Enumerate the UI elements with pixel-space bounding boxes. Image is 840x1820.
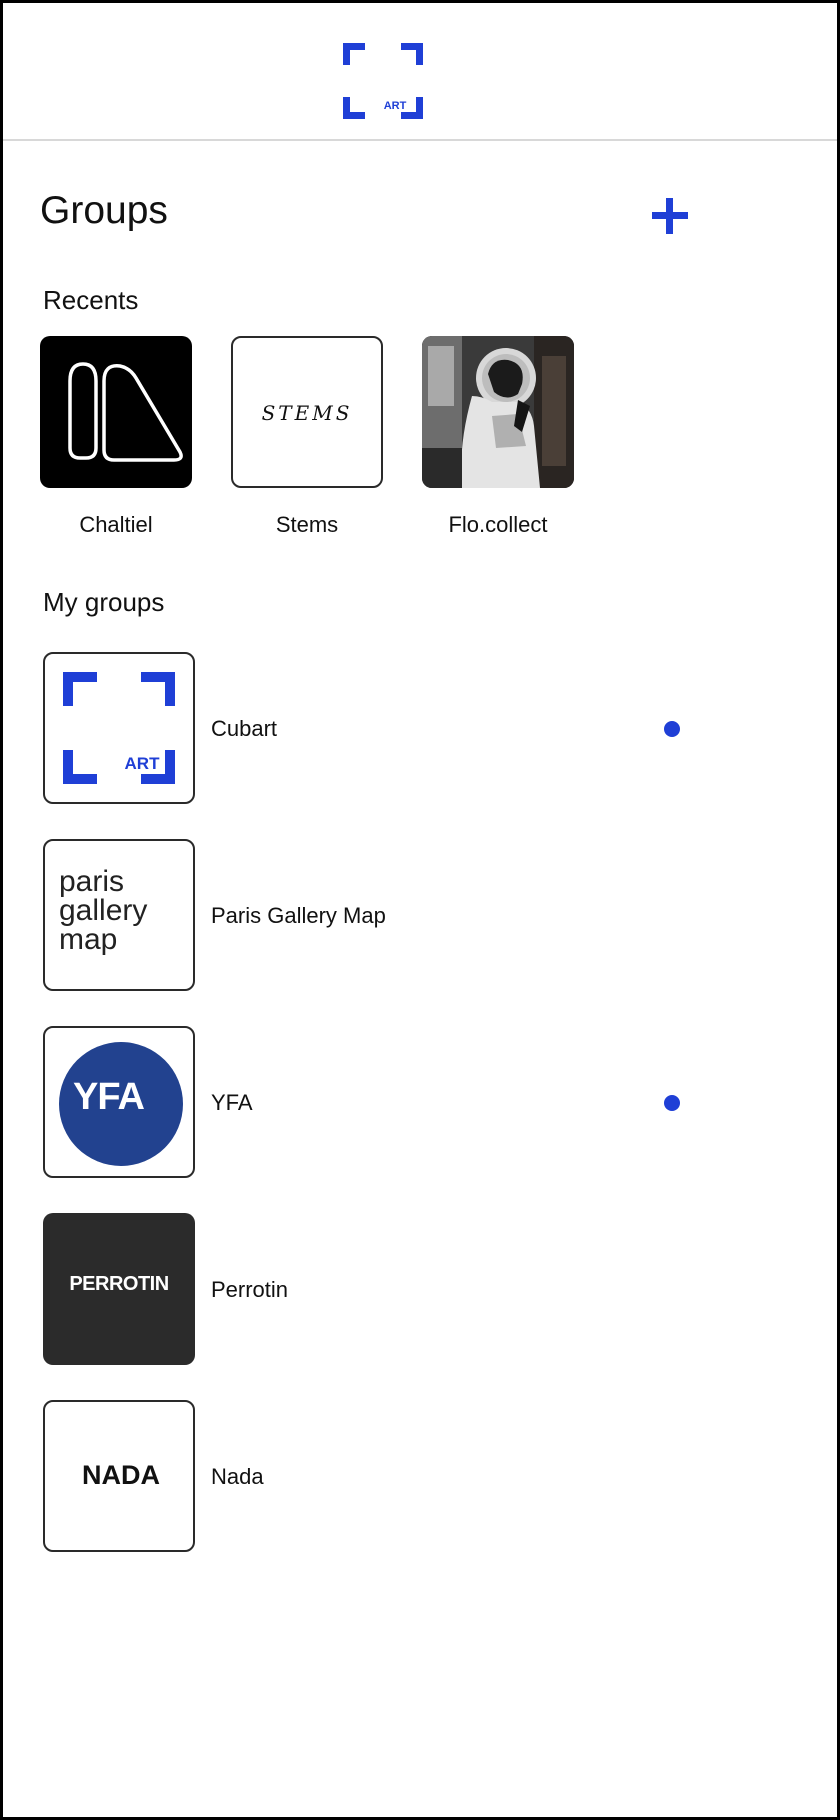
nada-thumbnail: NADA xyxy=(43,1400,195,1552)
recent-item-flo-collect[interactable]: Flo.collect xyxy=(422,336,578,537)
plus-icon xyxy=(652,198,688,234)
group-row-nada[interactable]: NADA Nada xyxy=(43,1400,803,1552)
yfa-thumbnail: YFA xyxy=(43,1026,195,1178)
group-row-yfa[interactable]: YFA YFA xyxy=(43,1026,803,1178)
group-row-paris-gallery-map[interactable]: paris gallery map Paris Gallery Map xyxy=(43,839,803,991)
recent-item-stems[interactable]: STEMS Stems xyxy=(231,336,387,537)
chaltiel-logo-icon xyxy=(68,362,183,462)
group-name: Perrotin xyxy=(211,1277,289,1302)
perrotin-thumbnail: PERROTIN xyxy=(43,1213,195,1365)
chaltiel-thumbnail xyxy=(40,336,192,488)
page-title: Groups xyxy=(40,189,168,232)
artwork-image xyxy=(422,336,574,488)
group-name: Paris Gallery Map xyxy=(211,903,386,928)
app-screen: ART Groups Recents Chaltiel STEMS Stems … xyxy=(3,3,837,1817)
top-bar: ART xyxy=(3,3,837,141)
cubart-thumbnail: ART xyxy=(43,652,195,804)
stems-logo-text: STEMS xyxy=(262,401,353,425)
group-row-cubart[interactable]: ART Cubart xyxy=(43,652,803,804)
stems-logo-icon: STEMS xyxy=(262,401,353,425)
paris-gallery-map-logo-text: paris gallery map xyxy=(59,865,148,956)
group-name: YFA xyxy=(211,1090,253,1115)
stems-thumbnail: STEMS xyxy=(231,336,383,488)
recents-heading: Recents xyxy=(43,285,139,315)
cubart-logo-icon: ART xyxy=(63,672,175,784)
cubart-logo-text: ART xyxy=(125,754,161,773)
yfa-logo-text: YFA xyxy=(73,1076,145,1118)
paris-gallery-map-thumbnail: paris gallery map xyxy=(43,839,195,991)
logo-text: ART xyxy=(384,100,407,112)
unread-indicator xyxy=(664,721,680,737)
group-name: Cubart xyxy=(211,716,278,741)
perrotin-logo-text: PERROTIN xyxy=(69,1273,169,1295)
group-name: Nada xyxy=(211,1464,264,1489)
recent-item-name: Chaltiel xyxy=(79,512,153,537)
recent-item-name: Flo.collect xyxy=(448,512,548,537)
group-row-perrotin[interactable]: PERROTIN Perrotin xyxy=(43,1213,803,1365)
my-groups-heading: My groups xyxy=(43,587,165,617)
recent-item-name: Stems xyxy=(275,512,339,537)
recent-item-chaltiel[interactable]: Chaltiel xyxy=(40,336,196,537)
unread-indicator xyxy=(664,1095,680,1111)
cubart-logo[interactable]: ART xyxy=(343,43,423,119)
nada-logo-text: NADA xyxy=(82,1460,160,1490)
add-group-button[interactable] xyxy=(649,195,691,237)
flo-collect-thumbnail xyxy=(422,336,574,488)
